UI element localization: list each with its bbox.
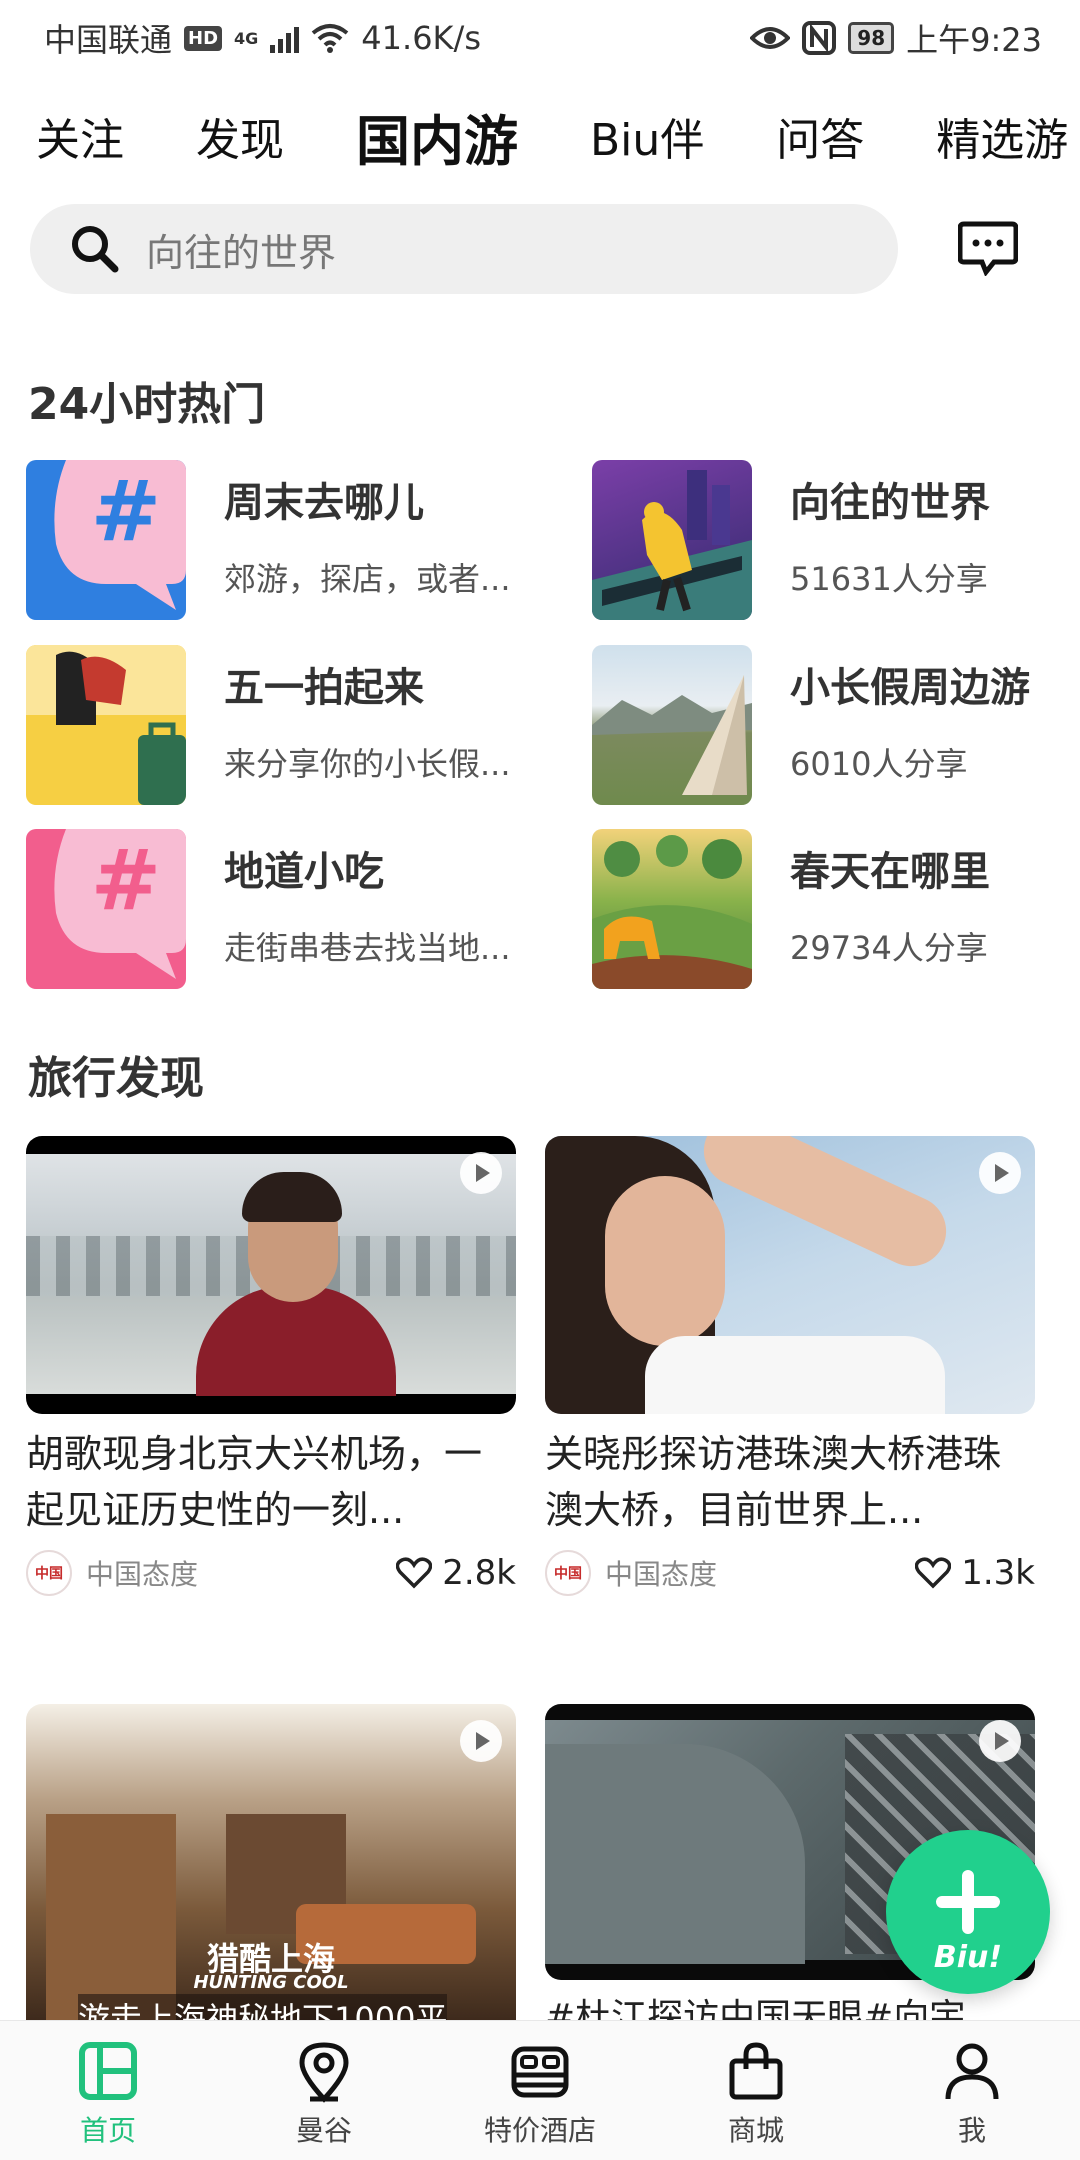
wifi-icon xyxy=(312,24,349,53)
topic-thumbnail-hashtag-blue: # xyxy=(26,460,186,620)
shopping-bag-icon xyxy=(729,2042,783,2100)
topic-subtitle: 51631人分享 xyxy=(790,560,988,598)
avatar: 中国 xyxy=(545,1550,591,1596)
tab-follow[interactable]: 关注 xyxy=(36,104,124,168)
heart-icon xyxy=(915,1557,952,1589)
discover-card[interactable]: 猎酷上海 HUNTING COOL 游走上海神秘地下1000平 xyxy=(26,1704,516,2040)
tab-featured-tours[interactable]: 精选游 xyxy=(936,104,1068,168)
topic-subtitle: 走街串巷去找当地... xyxy=(224,929,511,967)
topic-thumbnail-tent-photo xyxy=(592,645,752,805)
like-button[interactable]: 1.3k xyxy=(915,1553,1035,1593)
topic-thumbnail-spring-illustration xyxy=(592,829,752,989)
search-icon xyxy=(72,226,119,273)
card-title: 关晓彤探访港珠澳大桥港珠澳大桥，目前世界上... xyxy=(545,1432,1002,1532)
topic-title: 周末去哪儿 xyxy=(224,480,424,526)
eye-icon xyxy=(750,27,791,49)
fab-label: Biu! xyxy=(933,1940,1003,1975)
message-icon[interactable] xyxy=(958,220,1018,276)
topic-subtitle: 郊游，探店，或者... xyxy=(224,560,511,598)
card-title: 胡歌现身北京大兴机场，一起见证历史性的一刻... xyxy=(26,1432,483,1532)
hot-topic-item[interactable]: 春天在哪里 29734人分享 xyxy=(592,829,1080,989)
nav-label: 商城 xyxy=(727,2114,784,2147)
topic-title: 五一拍起来 xyxy=(224,665,424,711)
like-count: 1.3k xyxy=(961,1553,1035,1593)
signal-icon xyxy=(270,23,300,53)
hot-topic-item[interactable]: 向往的世界 51631人分享 xyxy=(592,460,1080,620)
topic-title: 向往的世界 xyxy=(790,480,990,526)
topic-thumbnail-hashtag-pink: # xyxy=(26,829,186,989)
heart-icon xyxy=(396,1557,433,1589)
search-bar[interactable]: 向往的世界 xyxy=(30,204,898,294)
hot-section-title: 24小时热门 xyxy=(28,379,266,430)
topic-title: 地道小吃 xyxy=(224,849,384,895)
location-pin-icon xyxy=(299,2042,349,2103)
discover-card[interactable]: 胡歌现身北京大兴机场，一起见证历史性的一刻... 中国 中国态度 2.8k xyxy=(26,1136,516,1598)
topic-subtitle: 6010人分享 xyxy=(790,745,968,783)
card-author[interactable]: 中国 中国态度 xyxy=(26,1550,198,1596)
card-meta: 中国 中国态度 1.3k xyxy=(545,1548,1035,1598)
hot-topic-item[interactable]: # 地道小吃 走街串巷去找当地... xyxy=(26,829,566,989)
play-icon xyxy=(979,1720,1021,1762)
author-name: 中国态度 xyxy=(605,1558,718,1591)
network-speed: 41.6K/s xyxy=(361,19,481,57)
status-right: 98 上午9:23 xyxy=(750,15,1042,61)
create-post-fab[interactable]: Biu! xyxy=(886,1830,1050,1994)
topic-thumbnail-illustration xyxy=(592,460,752,620)
hot-topic-item[interactable]: 小长假周边游 6010人分享 xyxy=(592,645,1080,805)
tab-discover[interactable]: 发现 xyxy=(196,104,284,168)
card-author[interactable]: 中国 中国态度 xyxy=(545,1550,717,1596)
play-icon xyxy=(979,1152,1021,1194)
topic-thumbnail-luggage xyxy=(26,645,186,805)
like-count: 2.8k xyxy=(442,1553,516,1593)
nav-mall[interactable]: 商城 xyxy=(648,2021,864,2160)
tab-domestic-travel[interactable]: 国内游 xyxy=(356,97,518,176)
topic-title: 春天在哪里 xyxy=(790,849,990,895)
hot-topic-item[interactable]: # 周末去哪儿 郊游，探店，或者... xyxy=(26,460,566,620)
play-icon xyxy=(460,1152,502,1194)
carrier-name: 中国联通 xyxy=(44,21,173,59)
nav-hotel-deals[interactable]: 特价酒店 xyxy=(432,2021,648,2160)
discover-section-title: 旅行发现 xyxy=(28,1053,204,1104)
svg-text:#: # xyxy=(91,462,161,560)
author-name: 中国态度 xyxy=(86,1558,199,1591)
battery-icon: 98 xyxy=(848,22,895,54)
nav-label: 首页 xyxy=(79,2114,136,2147)
status-bar: 中国联通 HD 4G 41.6K/s 98 上午9:23 xyxy=(0,0,1080,76)
person-icon xyxy=(945,2043,999,2100)
nav-bangkok[interactable]: 曼谷 xyxy=(216,2021,432,2160)
nav-label: 曼谷 xyxy=(295,2114,352,2147)
card-meta: 中国 中国态度 2.8k xyxy=(26,1548,516,1598)
discover-card[interactable]: 关晓彤探访港珠澳大桥港珠澳大桥，目前世界上... 中国 中国态度 1.3k xyxy=(545,1136,1035,1598)
nfc-icon xyxy=(802,21,837,55)
top-tab-bar: 关注 发现 国内游 Biu伴 问答 精选游 xyxy=(0,96,1080,176)
bed-icon xyxy=(511,2046,569,2098)
topic-subtitle: 来分享你的小长假... xyxy=(224,745,511,783)
avatar: 中国 xyxy=(26,1550,72,1596)
video-overlay-subtitle: HUNTING COOL xyxy=(193,1972,349,1993)
video-thumbnail-bridge[interactable] xyxy=(545,1136,1035,1414)
search-placeholder: 向往的世界 xyxy=(146,230,337,275)
like-button[interactable]: 2.8k xyxy=(396,1553,516,1593)
tab-qa[interactable]: 问答 xyxy=(776,104,864,168)
topic-subtitle: 29734人分享 xyxy=(790,929,988,967)
video-thumbnail-shanghai-shop[interactable]: 猎酷上海 HUNTING COOL xyxy=(26,1704,516,2020)
status-left: 中国联通 HD 4G 41.6K/s xyxy=(44,15,481,61)
bottom-nav: 首页 曼谷 特价酒店 商城 我 xyxy=(0,2020,1080,2160)
nav-label: 特价酒店 xyxy=(483,2114,596,2147)
svg-text:#: # xyxy=(91,831,161,929)
tab-biu-companion[interactable]: Biu伴 xyxy=(590,104,704,168)
nav-me[interactable]: 我 xyxy=(864,2021,1080,2160)
clock: 上午9:23 xyxy=(906,21,1042,59)
nav-label: 我 xyxy=(957,2114,986,2147)
video-thumbnail-airport[interactable] xyxy=(26,1136,516,1414)
hot-topic-item[interactable]: 五一拍起来 来分享你的小长假... xyxy=(26,645,566,805)
hd-icon: HD xyxy=(184,25,223,51)
nav-home[interactable]: 首页 xyxy=(0,2021,216,2160)
pause-icon xyxy=(460,1720,502,1762)
home-icon xyxy=(79,2042,137,2100)
network-type: 4G xyxy=(234,29,259,48)
battery-level: 98 xyxy=(857,26,886,50)
topic-title: 小长假周边游 xyxy=(790,665,1030,711)
